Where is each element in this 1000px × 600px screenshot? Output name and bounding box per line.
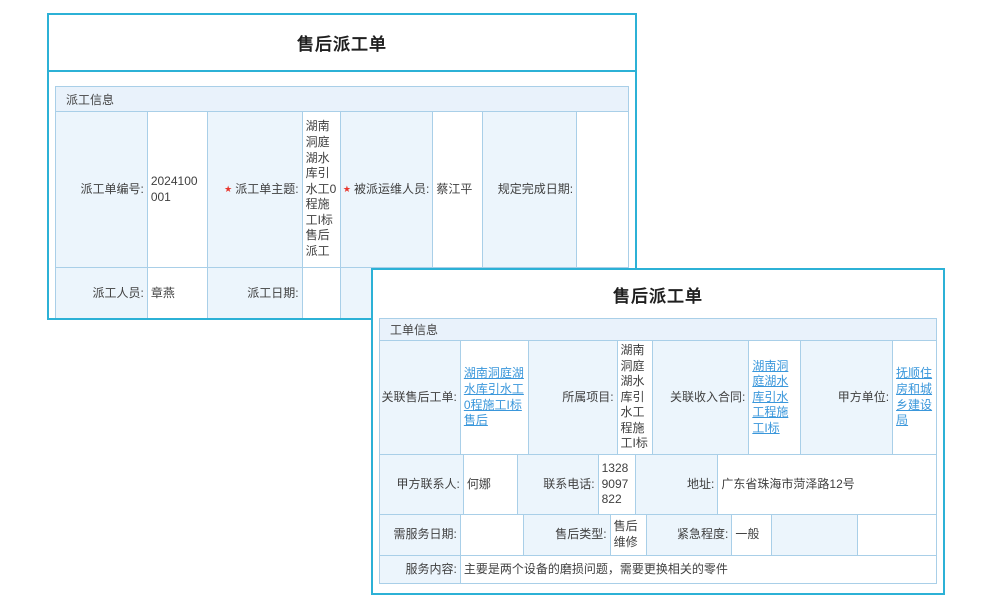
field-value-dispatch-order-no: 2024100001 xyxy=(148,112,208,268)
field-label-assigned-maintenance-staff: ★ 被派运维人员: xyxy=(341,112,434,268)
field-label-text: 售后类型: xyxy=(555,527,606,543)
field-value-urgency-level: 一般 xyxy=(732,515,772,556)
back-panel-title: 售后派工单 xyxy=(49,15,635,72)
field-label-project: 所属项目: xyxy=(529,341,618,455)
field-value-text: 主要是两个设备的磨损问题，需要更换相关的零件 xyxy=(464,562,728,578)
table-row: 甲方联系人: 何娜 联系电话: 13289097822 地址: xyxy=(380,455,937,515)
front-panel-title: 售后派工单 xyxy=(373,270,943,318)
field-label-text: 派工人员: xyxy=(92,286,143,302)
field-label-dispatch-order-no: 派工单编号: xyxy=(56,112,148,268)
field-label-service-content: 服务内容: xyxy=(380,556,461,584)
field-label-related-aftersales-order: 关联售后工单: xyxy=(380,341,461,455)
work-order-info-section-header: 工单信息 xyxy=(379,318,937,341)
field-label-urgency-level: 紧急程度: xyxy=(647,515,733,556)
field-value-text: 蔡江平 xyxy=(436,182,472,198)
field-label-party-a-unit: 甲方单位: xyxy=(801,341,893,455)
field-value-related-aftersales-order: 湖南洞庭湖水库引水工0程施工I标售后 xyxy=(461,341,529,455)
field-label-text: 派工单编号: xyxy=(80,182,143,198)
field-label-text: 规定完成日期: xyxy=(498,182,573,198)
field-label-dispatcher: 派工人员: xyxy=(56,268,148,320)
field-value-text: 售后维修 xyxy=(614,519,643,550)
field-value-project: 湖南洞庭湖水库引水工程施工I标 xyxy=(618,341,654,455)
field-value-service-date-needed xyxy=(461,515,524,556)
dispatch-order-panel-front: 售后派工单 工单信息 关联售后工单: 湖南洞庭湖水库引水工0程施工I标售后 所属… xyxy=(371,268,945,595)
field-value-related-income-contract: 湖南洞庭湖水库引水工程施工I标 xyxy=(749,341,801,455)
field-value-text: 何娜 xyxy=(467,477,491,493)
party-a-unit-link[interactable]: 抚顺住房和城乡建设局 xyxy=(896,366,933,428)
field-value-text: 湖南洞庭湖水库引水工程施工I标 xyxy=(621,343,650,452)
field-label-text: 关联收入合同: xyxy=(670,390,745,406)
field-value-required-completion-date xyxy=(577,112,629,268)
field-value-party-a-unit: 抚顺住房和城乡建设局 xyxy=(893,341,937,455)
field-label-party-a-contact: 甲方联系人: xyxy=(380,455,464,515)
field-label-text: 服务内容: xyxy=(406,562,457,578)
field-value-address: 广东省珠海市菏泽路12号 xyxy=(718,455,937,515)
field-value-assigned-maintenance-staff: 蔡江平 xyxy=(433,112,483,268)
work-order-info-table: 关联售后工单: 湖南洞庭湖水库引水工0程施工I标售后 所属项目: 湖南洞庭湖水库… xyxy=(379,341,937,584)
table-row: 关联售后工单: 湖南洞庭湖水库引水工0程施工I标售后 所属项目: 湖南洞庭湖水库… xyxy=(380,341,937,455)
table-row: 服务内容: 主要是两个设备的磨损问题，需要更换相关的零件 xyxy=(380,556,937,584)
field-label-text: 派工单主题: xyxy=(235,182,298,198)
required-icon: ★ xyxy=(224,184,232,196)
field-value-dispatch-order-subject: 湖南洞庭湖水库引水工0程施工I标售后派工 xyxy=(303,112,341,268)
field-label-required-completion-date: 规定完成日期: xyxy=(483,112,577,268)
related-aftersales-order-link[interactable]: 湖南洞庭湖水库引水工0程施工I标售后 xyxy=(464,366,525,428)
field-value-service-content: 主要是两个设备的磨损问题，需要更换相关的零件 xyxy=(461,556,937,584)
field-label-contact-phone: 联系电话: xyxy=(518,455,599,515)
field-label-text: 甲方联系人: xyxy=(397,477,460,493)
field-value-party-a-contact: 何娜 xyxy=(464,455,518,515)
field-label-related-income-contract: 关联收入合同: xyxy=(653,341,749,455)
field-label-text: 紧急程度: xyxy=(677,527,728,543)
table-row: 需服务日期: 售后类型: 售后维修 紧急程度: 一般 xyxy=(380,515,937,556)
field-value-contact-phone: 13289097822 xyxy=(599,455,636,515)
field-label-text: 派工日期: xyxy=(247,286,298,302)
table-row: 派工单编号: 2024100001 ★ 派工单主题: 湖南洞庭湖水库引水工0程施… xyxy=(56,112,629,268)
field-value-text: 2024100001 xyxy=(151,174,204,205)
field-value-text: 章燕 xyxy=(151,286,175,302)
field-value-text: 13289097822 xyxy=(602,461,632,508)
field-value-dispatcher: 章燕 xyxy=(148,268,208,320)
field-label-dispatch-order-subject: ★ 派工单主题: xyxy=(208,112,303,268)
field-label-text: 甲方单位: xyxy=(838,390,889,406)
field-label-address: 地址: xyxy=(636,455,719,515)
field-label-text: 需服务日期: xyxy=(394,527,457,543)
field-label-empty xyxy=(772,515,858,556)
field-value-text: 一般 xyxy=(735,527,759,543)
field-label-dispatch-date: 派工日期: xyxy=(208,268,303,320)
field-label-text: 关联售后工单: xyxy=(382,390,457,406)
front-panel-body: 工单信息 关联售后工单: 湖南洞庭湖水库引水工0程施工I标售后 所属项目: 湖南… xyxy=(373,318,943,584)
required-icon: ★ xyxy=(343,184,351,196)
field-label-text: 联系电话: xyxy=(543,477,594,493)
dispatch-info-section-header: 派工信息 xyxy=(55,86,629,112)
field-label-service-date-needed: 需服务日期: xyxy=(380,515,461,556)
related-income-contract-link[interactable]: 湖南洞庭湖水库引水工程施工I标 xyxy=(752,359,797,437)
field-value-text: 湖南洞庭湖水库引水工0程施工I标售后派工 xyxy=(306,119,337,259)
field-label-text: 地址: xyxy=(687,477,714,493)
field-label-text: 被派运维人员: xyxy=(354,182,429,198)
field-value-empty xyxy=(858,515,937,556)
field-label-aftersales-type: 售后类型: xyxy=(524,515,611,556)
field-value-aftersales-type: 售后维修 xyxy=(611,515,647,556)
field-value-dispatch-date xyxy=(303,268,341,320)
page: 售后派工单 派工信息 派工单编号: 2024100001 ★ 派工单主题: xyxy=(0,0,1000,600)
field-label-text: 所属项目: xyxy=(562,390,613,406)
field-value-text: 广东省珠海市菏泽路12号 xyxy=(721,477,854,493)
